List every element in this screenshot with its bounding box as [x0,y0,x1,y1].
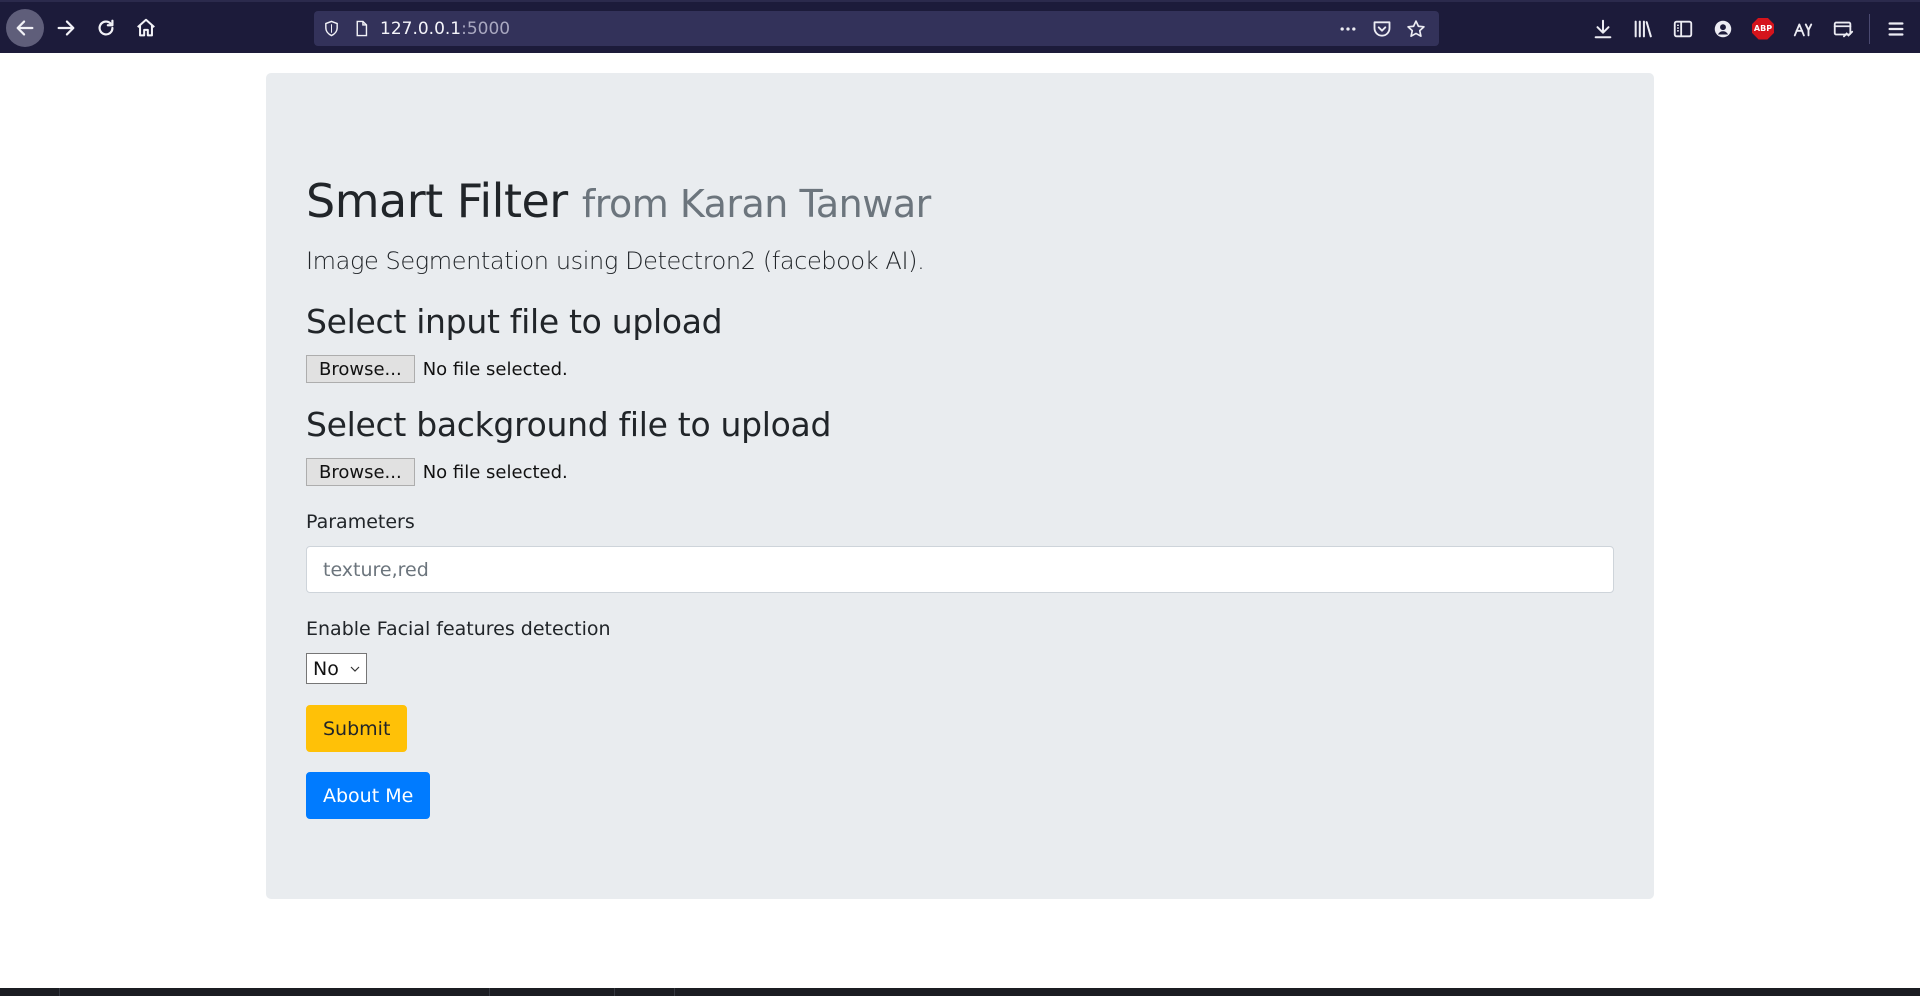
page-icon [356,20,367,37]
account-button[interactable] [1703,9,1743,49]
hamburger-menu-icon [1888,21,1904,36]
toolbar-right: ABP [1583,2,1920,55]
title-main: Smart Filter [306,174,568,228]
translate-icon [1793,22,1813,36]
url-actions [1331,11,1433,46]
library-button[interactable] [1623,9,1663,49]
home-button[interactable] [127,9,165,47]
input-file-status: No file selected. [422,358,568,380]
input-file-browse-button[interactable]: Browse... [306,355,415,383]
bookmark-button[interactable] [1399,11,1433,46]
adblock-plus-icon: ABP [1752,17,1774,40]
sidebar-button[interactable] [1663,9,1703,49]
forward-arrow-icon [57,20,75,36]
background-file-picker[interactable]: Browse... No file selected. [306,458,568,486]
jumbotron-panel: Smart Filter from Karan Tanwar Image Seg… [266,73,1654,899]
menu-button[interactable] [1876,9,1916,49]
account-icon [1714,20,1732,37]
page-title: Smart Filter from Karan Tanwar [306,174,931,228]
page-viewport: Smart Filter from Karan Tanwar Image Seg… [0,53,1920,988]
url-bar[interactable]: 127.0.0.1:5000 [314,11,1439,46]
url-host: 127.0.0.1 [380,18,462,39]
facial-detection-select[interactable]: No [306,653,367,684]
background-file-status: No file selected. [422,461,568,483]
page-info-button[interactable] [348,11,374,46]
facial-detection-label: Enable Facial features detection [306,618,611,640]
screenshot-icon [1833,21,1854,37]
reload-button[interactable] [87,9,125,47]
browser-toolbar: 127.0.0.1:5000 ABP [0,0,1920,53]
chevron-down-icon [350,666,360,672]
back-button[interactable] [6,9,44,47]
back-arrow-icon [16,20,34,36]
tracking-shield-button[interactable] [314,11,348,46]
submit-button[interactable]: Submit [306,705,408,752]
forward-button[interactable] [47,9,85,47]
url-port: :5000 [461,18,511,39]
screenshot-button[interactable] [1823,9,1863,49]
tracking-shield-icon [324,20,338,37]
translate-button[interactable] [1783,9,1823,49]
more-actions-icon [1340,26,1356,31]
input-file-heading: Select input file to upload [306,302,723,341]
sidebar-icon [1673,20,1693,37]
input-file-picker[interactable]: Browse... No file selected. [306,355,568,383]
bookmark-star-icon [1407,19,1425,37]
home-icon [137,18,155,37]
taskbar-strip [0,988,1920,996]
adblock-button[interactable]: ABP [1743,9,1783,49]
title-author: from Karan Tanwar [581,182,931,226]
library-icon [1634,20,1652,37]
background-file-heading: Select background file to upload [306,405,832,444]
toolbar-separator [1869,13,1870,44]
reload-icon [98,19,114,36]
url-text[interactable]: 127.0.0.1:5000 [380,19,510,39]
download-icon [1594,19,1612,38]
lead-description: Image Segmentation using Detectron2 (fac… [306,247,925,275]
pocket-button[interactable] [1365,11,1399,46]
pocket-icon [1373,20,1391,37]
parameters-input[interactable] [306,546,1614,593]
downloads-button[interactable] [1583,9,1623,49]
facial-detection-selected-value: No [313,657,339,680]
parameters-label: Parameters [306,511,415,533]
page-actions-button[interactable] [1331,11,1365,46]
about-me-button[interactable]: About Me [306,772,431,819]
background-file-browse-button[interactable]: Browse... [306,458,415,486]
